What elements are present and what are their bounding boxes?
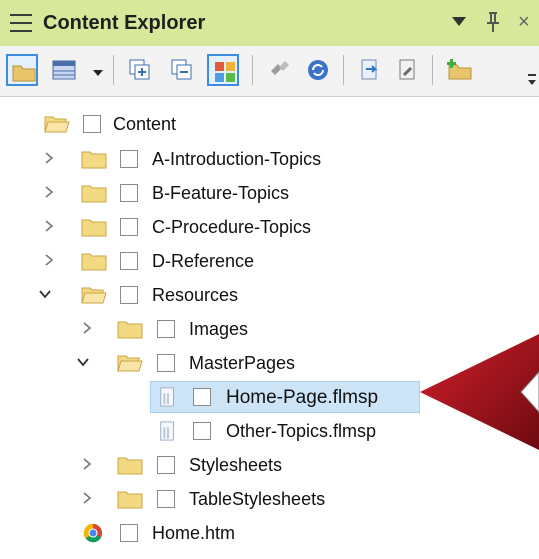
chevron-right-icon[interactable]: [80, 457, 94, 471]
panel-title-bar: Content Explorer ×: [0, 0, 539, 47]
tree-item-d-reference[interactable]: D-Reference: [0, 244, 539, 278]
tree-item-resources[interactable]: Resources: [0, 278, 539, 312]
tree-item-label: A-Introduction-Topics: [152, 149, 322, 169]
open-file-button[interactable]: [354, 54, 386, 86]
checkbox[interactable]: [120, 184, 138, 202]
master-page-file-icon: [160, 421, 174, 441]
tree-item-label: Other-Topics.flmsp: [226, 421, 377, 441]
table-icon: [52, 60, 76, 80]
toolbar-separator: [113, 55, 114, 85]
chevron-right-icon[interactable]: [42, 151, 56, 165]
master-page-file-icon: [160, 387, 174, 407]
checkbox[interactable]: [120, 252, 138, 270]
tree-item-home-htm[interactable]: Home.htm: [0, 516, 539, 550]
checkbox[interactable]: [157, 490, 175, 508]
folder-icon: [81, 185, 107, 203]
panel-options-dropdown-icon[interactable]: [452, 17, 466, 26]
refresh-button[interactable]: [302, 54, 334, 86]
open-folder-icon: [44, 116, 70, 133]
checkbox[interactable]: [193, 388, 211, 406]
tree-item-stylesheets[interactable]: Stylesheets: [0, 448, 539, 482]
checkbox[interactable]: [120, 218, 138, 236]
tree-item-label: Images: [189, 319, 249, 339]
connector-icon: [271, 61, 289, 75]
folder-icon: [117, 457, 143, 475]
new-folder-icon: [447, 59, 472, 80]
checkbox[interactable]: [120, 524, 138, 542]
folder-icon: [81, 219, 107, 237]
tree-item-content[interactable]: Content: [0, 107, 539, 141]
open-folder-button[interactable]: [6, 54, 38, 86]
folder-icon: [117, 321, 143, 339]
properties-button[interactable]: [392, 54, 424, 86]
chevron-down-icon[interactable]: [76, 355, 90, 369]
open-folder-icon: [117, 355, 143, 372]
tree-item-label: C-Procedure-Topics: [152, 217, 312, 237]
toolbar-overflow-icon[interactable]: [527, 72, 537, 88]
tree-item-a-introduction-topics[interactable]: A-Introduction-Topics: [0, 142, 539, 176]
tree-item-c-procedure-topics[interactable]: C-Procedure-Topics: [0, 210, 539, 244]
panel-title: Content Explorer: [43, 12, 206, 34]
tree-item-label: Resources: [152, 285, 239, 305]
view-options-button[interactable]: [48, 54, 80, 86]
chrome-browser-icon: [83, 523, 103, 543]
wrench-document-icon: [399, 59, 415, 80]
tree-item-label: D-Reference: [152, 251, 255, 271]
refresh-icon: [308, 60, 328, 80]
view-options-dropdown-icon[interactable]: [93, 70, 103, 76]
menu-icon[interactable]: [10, 14, 32, 32]
toolbar-separator: [252, 55, 253, 85]
show-tags-button[interactable]: [207, 54, 239, 86]
tree-item-b-feature-topics[interactable]: B-Feature-Topics: [0, 176, 539, 210]
tree-item-label: Stylesheets: [189, 455, 283, 475]
folder-icon: [117, 491, 143, 509]
tree-item-label: Home-Page.flmsp: [226, 387, 379, 408]
color-grid-icon: [215, 62, 235, 82]
chevron-right-icon[interactable]: [80, 321, 94, 335]
tree-item-label: TableStylesheets: [189, 489, 326, 509]
close-icon[interactable]: ×: [518, 12, 530, 32]
tree-item-label: Content: [113, 114, 177, 134]
content-tree: Content A-Introduction-Topics B-Feature-…: [0, 96, 539, 559]
new-folder-button[interactable]: [444, 54, 476, 86]
pin-icon[interactable]: [486, 11, 500, 33]
tree-item-label: MasterPages: [189, 353, 296, 373]
chevron-right-icon[interactable]: [80, 491, 94, 505]
checkbox[interactable]: [120, 150, 138, 168]
toolbar-separator: [432, 55, 433, 85]
tree-item-tablestylesheets[interactable]: TableStylesheets: [0, 482, 539, 516]
toolbar: [0, 46, 539, 97]
content-explorer-panel: Content Explorer × Content A-Introductio…: [0, 0, 539, 559]
checkbox[interactable]: [193, 422, 211, 440]
expand-all-button[interactable]: [124, 54, 156, 86]
chevron-right-icon[interactable]: [42, 253, 56, 267]
checkbox[interactable]: [157, 320, 175, 338]
bind-button[interactable]: [264, 54, 296, 86]
tree-item-label: B-Feature-Topics: [152, 183, 290, 203]
checkbox[interactable]: [83, 115, 101, 133]
chevron-right-icon[interactable]: [42, 185, 56, 199]
collapse-icon: [171, 59, 192, 80]
chevron-down-icon[interactable]: [38, 287, 52, 301]
folder-icon: [81, 253, 107, 271]
tree-item-label: Home.htm: [152, 523, 236, 543]
toolbar-separator: [343, 55, 344, 85]
expand-icon: [129, 59, 150, 80]
chevron-right-icon[interactable]: [42, 219, 56, 233]
pointer-arrow-annotation: [420, 334, 539, 450]
checkbox[interactable]: [157, 456, 175, 474]
open-folder-icon: [81, 287, 107, 304]
document-arrow-icon: [361, 59, 378, 80]
folder-icon: [81, 151, 107, 169]
collapse-all-button[interactable]: [166, 54, 198, 86]
checkbox[interactable]: [157, 354, 175, 372]
checkbox[interactable]: [120, 286, 138, 304]
folder-icon: [12, 65, 36, 82]
